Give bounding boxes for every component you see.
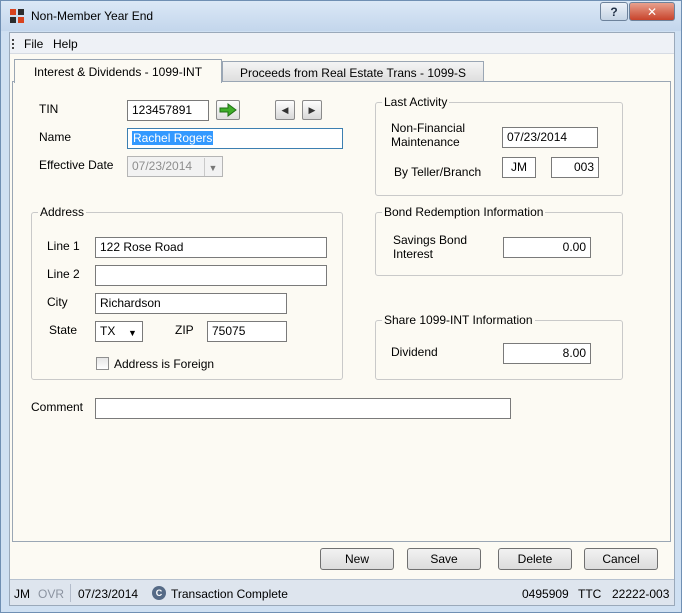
savings-bond-interest-field[interactable]: 0.00	[503, 237, 591, 258]
status-message: Transaction Complete	[171, 587, 288, 601]
tab-interest-dividends[interactable]: Interest & Dividends - 1099-INT	[14, 59, 222, 83]
share-group: Share 1099-INT Information Dividend 8.00	[375, 313, 623, 380]
line2-field[interactable]	[95, 265, 327, 286]
status-ovr: OVR	[38, 587, 65, 601]
green-arrow-icon	[219, 103, 237, 117]
chevron-down-icon: ▼	[204, 158, 221, 176]
app-icon	[10, 9, 24, 23]
address-group: Address Line 1 122 Rose Road Line 2 City…	[31, 205, 343, 380]
status-date: 07/23/2014	[78, 587, 139, 601]
last-activity-title: Last Activity	[382, 95, 450, 109]
teller-field: JM	[502, 157, 536, 178]
zip-field[interactable]: 75075	[207, 321, 287, 342]
comment-field[interactable]	[95, 398, 511, 419]
state-value: TX	[100, 324, 116, 338]
menu-file[interactable]: File	[24, 37, 43, 51]
nonfinancial-label-2: Maintenance	[391, 135, 460, 149]
previous-button[interactable]: ◀	[275, 100, 295, 120]
status-code-3: 22222-003	[612, 587, 670, 601]
nonfinancial-label-1: Non-Financial	[391, 121, 466, 135]
menu-grip-icon	[12, 39, 14, 49]
effective-date-value: 07/23/2014	[132, 159, 193, 173]
tab-real-estate[interactable]: Proceeds from Real Estate Trans - 1099-S	[222, 61, 484, 83]
zip-label: ZIP	[175, 323, 194, 337]
dividend-label: Dividend	[391, 345, 438, 359]
line2-label: Line 2	[47, 267, 80, 281]
new-button[interactable]: New	[320, 548, 394, 570]
status-bar: JM OVR 07/23/2014 C Transaction Complete…	[10, 579, 674, 605]
window-title: Non-Member Year End	[31, 9, 154, 23]
delete-button[interactable]: Delete	[498, 548, 572, 570]
menu-bar: File Help	[10, 33, 674, 54]
last-activity-group: Last Activity Non-Financial Maintenance …	[375, 95, 623, 196]
dividend-field[interactable]: 8.00	[503, 343, 591, 364]
name-value: Rachel Rogers	[132, 131, 214, 145]
chevron-down-icon: ▼	[128, 327, 137, 338]
state-select[interactable]: TX ▼	[95, 321, 143, 342]
address-foreign-label: Address is Foreign	[114, 357, 215, 371]
name-label: Name	[39, 130, 72, 144]
help-button[interactable]: ?	[600, 2, 628, 21]
branch-field: 003	[551, 157, 599, 178]
next-button[interactable]: ▶	[302, 100, 322, 120]
left-arrow-icon: ◀	[281, 104, 289, 115]
address-foreign-checkbox[interactable]	[96, 357, 109, 370]
status-user: JM	[14, 587, 30, 601]
line1-label: Line 1	[47, 239, 80, 253]
nonfinancial-date-field: 07/23/2014	[502, 127, 598, 148]
title-bar: Non-Member Year End ? ✕	[1, 1, 681, 31]
go-button[interactable]	[216, 100, 240, 120]
cancel-button[interactable]: Cancel	[584, 548, 658, 570]
bond-group: Bond Redemption Information Savings Bond…	[375, 205, 623, 276]
right-arrow-icon: ▶	[308, 104, 316, 115]
effective-date-label: Effective Date	[39, 158, 114, 172]
name-field[interactable]: Rachel Rogers	[127, 128, 343, 149]
city-field[interactable]: Richardson	[95, 293, 287, 314]
save-button[interactable]: Save	[407, 548, 481, 570]
teller-branch-label: By Teller/Branch	[394, 165, 482, 179]
tin-field[interactable]: 123457891	[127, 100, 209, 121]
savings-bond-label-1: Savings Bond	[393, 233, 468, 247]
status-code-2: TTC	[578, 587, 602, 601]
address-group-title: Address	[38, 205, 87, 219]
app-window: Non-Member Year End ? ✕ File Help Intere…	[0, 0, 682, 613]
share-group-title: Share 1099-INT Information	[382, 313, 535, 327]
tab-panel: TIN 123457891 ◀ ▶ Name Rachel Rogers Eff…	[12, 81, 671, 542]
menu-help[interactable]: Help	[53, 37, 78, 51]
status-code-1: 0495909	[522, 587, 569, 601]
tin-label: TIN	[39, 102, 59, 116]
state-label: State	[49, 323, 78, 337]
status-c-icon: C	[152, 586, 166, 600]
comment-label: Comment	[31, 400, 84, 414]
client-area: File Help Interest & Dividends - 1099-IN…	[9, 32, 675, 606]
status-separator	[70, 584, 71, 602]
city-label: City	[47, 295, 68, 309]
line1-field[interactable]: 122 Rose Road	[95, 237, 327, 258]
effective-date-field: 07/23/2014 ▼	[127, 156, 223, 177]
savings-bond-label-2: Interest	[393, 247, 434, 261]
close-button[interactable]: ✕	[629, 2, 675, 21]
bond-group-title: Bond Redemption Information	[382, 205, 546, 219]
